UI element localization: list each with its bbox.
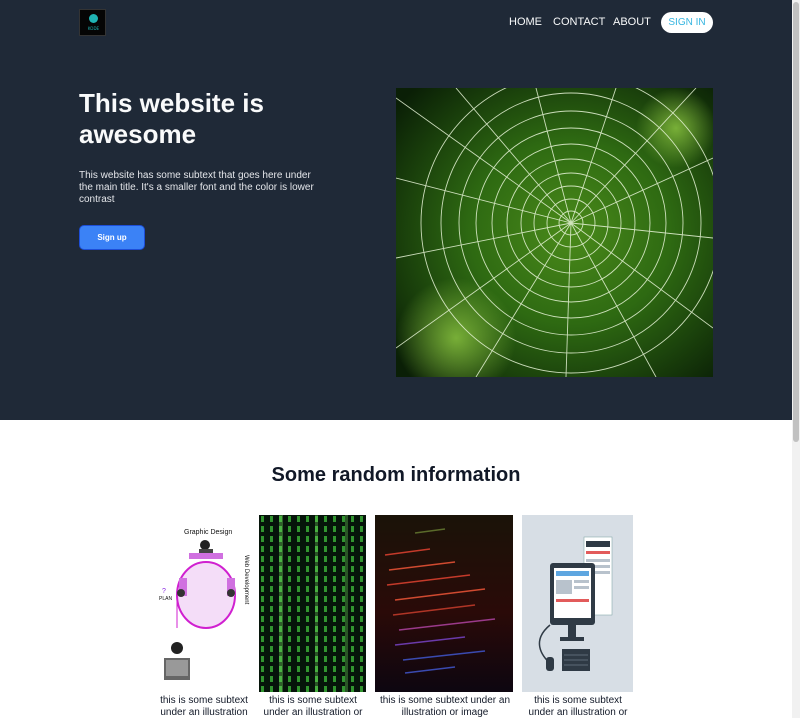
hero-title: This website is awesome [79, 88, 264, 149]
card-caption-4: this is some subtext under an illustrati… [528, 695, 628, 718]
hero-subtitle: This website has some subtext that goes … [79, 170, 314, 205]
matrix-code-image [259, 515, 366, 692]
logo-mark-icon [89, 14, 98, 23]
nav-home-link[interactable]: HOME [509, 16, 542, 28]
logo-text: KODE [87, 26, 100, 31]
web-design-illustration [522, 515, 633, 692]
card-caption-3: this is some subtext under an illustrati… [379, 695, 511, 718]
section-title: Some random information [271, 464, 521, 486]
plan-label: PLAN [159, 596, 172, 602]
code-screen-image [375, 515, 513, 692]
hero-section: KODE HOME CONTACT ABOUT SIGN IN This web… [0, 0, 792, 420]
logo[interactable]: KODE [79, 9, 106, 36]
nav-contact-link[interactable]: CONTACT [553, 16, 605, 28]
nav-about-link[interactable]: ABOUT [613, 16, 651, 28]
signin-button[interactable]: SIGN IN [661, 12, 713, 33]
scrollbar-thumb[interactable] [793, 2, 799, 442]
graphic-design-illustration: Graphic Design ? PLAN Web Development [159, 515, 254, 690]
signup-button[interactable]: Sign up [79, 225, 145, 250]
page-scrollbar[interactable] [792, 0, 800, 718]
svg-text:?: ? [162, 588, 166, 595]
graphic-design-label: Graphic Design [184, 529, 232, 536]
card-caption-1: this is some subtext under an illustrati… [160, 695, 248, 718]
card-caption-2: this is some subtext under an illustrati… [263, 695, 363, 718]
spider-web-image [396, 88, 713, 377]
web-development-label: Web Development [243, 555, 249, 605]
